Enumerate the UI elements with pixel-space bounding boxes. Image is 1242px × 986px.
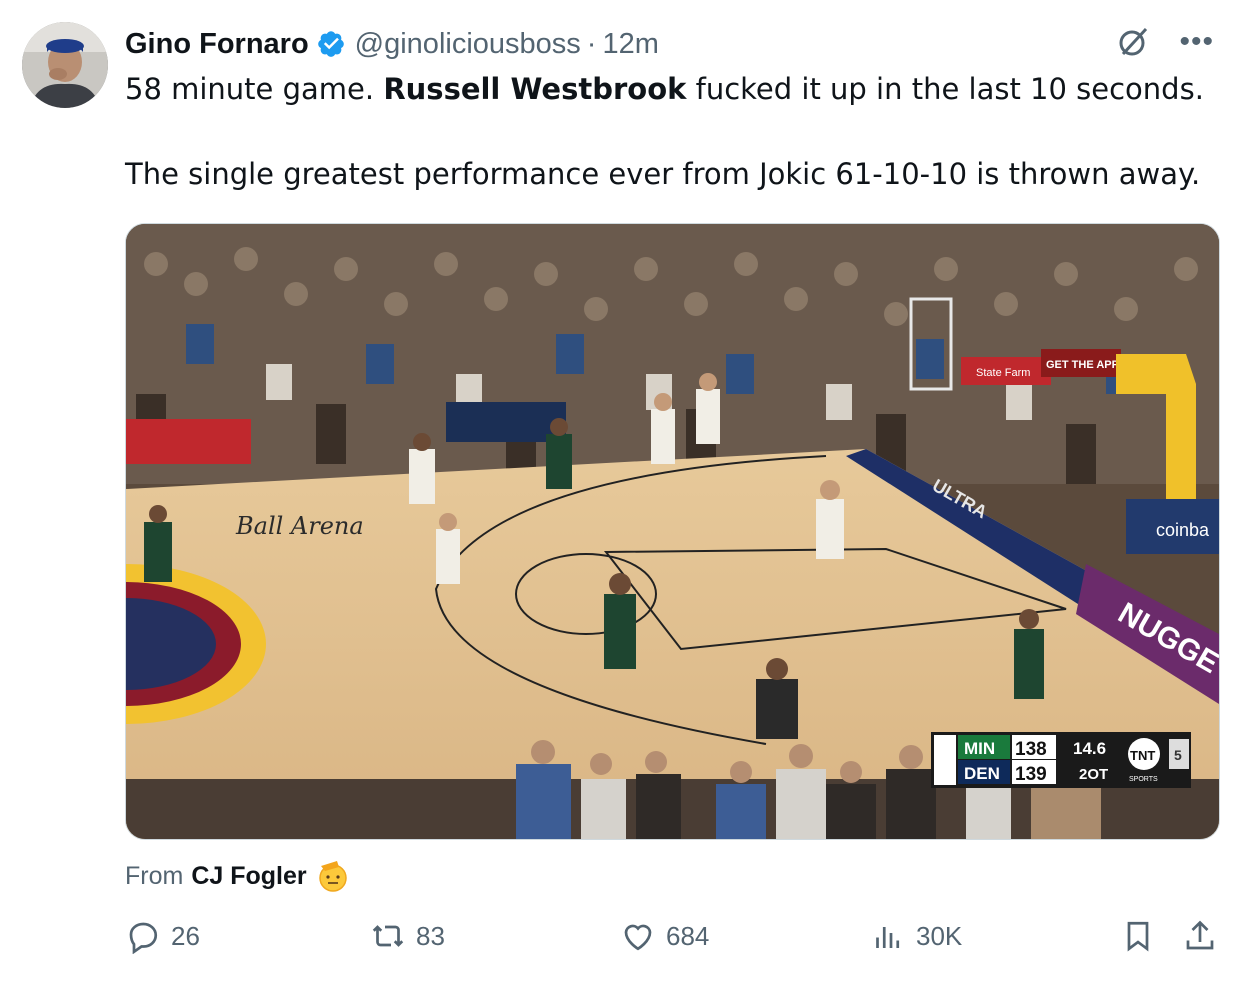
- like-count: 684: [666, 920, 710, 951]
- ad-board: [126, 419, 251, 464]
- views-count: 30K: [916, 920, 963, 951]
- action-bar: 26 83 684 30K: [125, 918, 1225, 964]
- views-button[interactable]: 30K: [870, 918, 962, 954]
- repost-button[interactable]: 83: [370, 918, 445, 954]
- avatar-photo: [22, 22, 108, 108]
- avatar[interactable]: [22, 22, 108, 108]
- app-ad: GET THE APP: [1046, 359, 1119, 371]
- source-name[interactable]: CJ Fogler: [191, 862, 306, 891]
- reply-icon: [129, 922, 158, 954]
- game-period: 2OT: [1079, 766, 1108, 783]
- game-clock: 14.6: [1073, 739, 1106, 758]
- share-icon: [1186, 920, 1214, 950]
- shot-clock: 5: [1174, 747, 1182, 763]
- tweet-text: 58 minute game.: [125, 72, 384, 106]
- header-separator: ·: [586, 27, 597, 60]
- author-handle[interactable]: @ginoliciousboss: [355, 28, 581, 61]
- reply-button[interactable]: 26: [125, 918, 200, 954]
- tweet-time[interactable]: 12m: [602, 28, 658, 61]
- team2-name: DEN: [964, 764, 1000, 783]
- mention-link[interactable]: Russell Westbrook: [383, 72, 686, 106]
- statefarm-ad: State Farm: [976, 367, 1030, 379]
- more-icon[interactable]: •••: [1179, 27, 1214, 57]
- source-attribution: From CJ Fogler: [125, 858, 351, 894]
- views-icon: [876, 927, 900, 948]
- author-name[interactable]: Gino Fornaro: [125, 28, 309, 61]
- bookmark-icon: [1127, 921, 1149, 952]
- tweet-text: fucked it up in the last 10 seconds.: [686, 72, 1204, 106]
- team1-score: 138: [1015, 739, 1047, 760]
- team1-name: MIN: [964, 739, 995, 758]
- reply-count: 26: [171, 920, 200, 951]
- repost-icon: [372, 925, 404, 947]
- arena-logo: Ball Arena: [235, 512, 364, 540]
- saluting-face-icon: [318, 861, 347, 892]
- share-button[interactable]: [1182, 918, 1218, 954]
- tweet-text-line1: 58 minute game. Russell Westbrook fucked…: [125, 72, 1204, 106]
- bookmark-button[interactable]: [1120, 918, 1156, 954]
- scoreboard: MIN DEN 138 139 14.6 2OT TNT SPORTS 5: [931, 732, 1191, 788]
- tweet-video[interactable]: State Farm GET THE APP ULTRA NUGGE coinb…: [125, 223, 1220, 840]
- grok-icon[interactable]: [1115, 24, 1151, 60]
- like-button[interactable]: 684: [620, 918, 709, 954]
- video-frame: State Farm GET THE APP ULTRA NUGGE coinb…: [126, 224, 1219, 839]
- verified-icon: [317, 31, 344, 57]
- tweet-header: Gino Fornaro @ginoliciousboss · 12m •••: [125, 24, 1222, 64]
- tweet-text-line2: The single greatest performance ever fro…: [125, 157, 1201, 191]
- coinbase-ad: coinba: [1156, 520, 1210, 540]
- network-sub: SPORTS: [1129, 776, 1158, 783]
- source-prefix: From: [125, 861, 184, 890]
- team2-score: 139: [1015, 764, 1047, 785]
- repost-count: 83: [416, 920, 445, 951]
- network-logo: TNT: [1130, 748, 1155, 763]
- like-icon: [624, 924, 652, 951]
